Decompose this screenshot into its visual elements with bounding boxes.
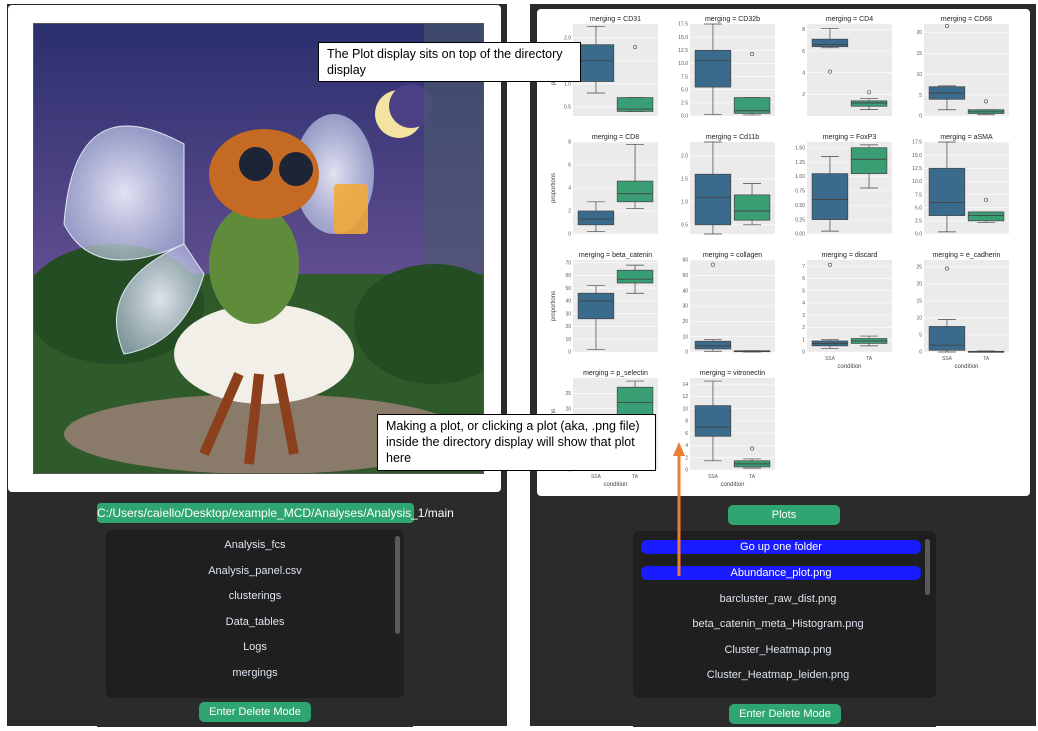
orange-arrow-head: [673, 442, 685, 456]
arrow-overlay: [673, 442, 685, 576]
